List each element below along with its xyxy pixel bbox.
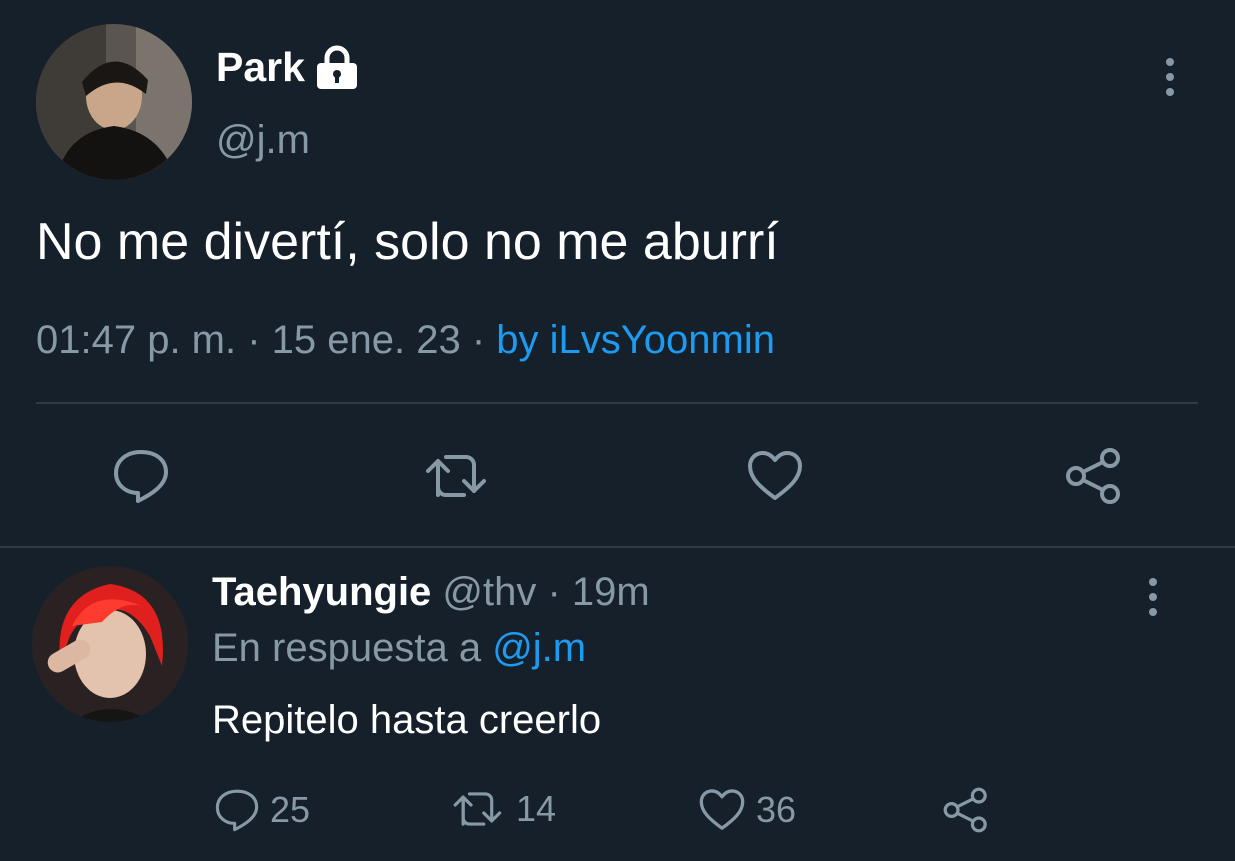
reply-icon: [114, 450, 168, 503]
avatar-park[interactable]: [36, 24, 192, 180]
share-button[interactable]: [1064, 446, 1124, 506]
handle[interactable]: @j.m: [216, 118, 310, 163]
like-count: 36: [756, 789, 797, 830]
display-name[interactable]: Park: [216, 44, 305, 91]
lock-icon: [316, 45, 357, 89]
more-icon[interactable]: [1166, 58, 1174, 96]
tweet-text: No me divertí, solo no me aburrí: [36, 213, 779, 271]
divider: [0, 546, 1235, 548]
tweet-timestamp: 01:47 p. m. · 15 ene. 23 ·: [36, 318, 486, 362]
reply-to-handle-link[interactable]: @j.m: [492, 626, 586, 670]
reply-display-name[interactable]: Taehyungie: [212, 570, 431, 614]
avatar-photo: [36, 24, 192, 180]
reply-text: Repitelo hasta creerlo: [212, 698, 602, 742]
divider: [36, 402, 1198, 404]
avatar-photo: [32, 566, 188, 722]
retweet-icon: [426, 455, 486, 497]
like-button[interactable]: [746, 450, 804, 502]
share-icon: [1066, 448, 1120, 504]
reply-count: 25: [270, 789, 311, 830]
retweet-count: 14: [516, 788, 557, 829]
share-button[interactable]: [942, 786, 990, 834]
reply-handle-time: @thv · 19m: [442, 570, 650, 614]
reply-button[interactable]: 25: [214, 788, 310, 832]
like-icon: [699, 789, 745, 830]
like-button[interactable]: 36: [698, 788, 796, 832]
reply-to-label: En respuesta a: [212, 626, 482, 670]
avatar-taehyungie[interactable]: [32, 566, 188, 722]
more-icon[interactable]: [1149, 578, 1157, 616]
reply-icon: [215, 789, 259, 832]
tweet-source-link[interactable]: by iLvsYoonmin: [496, 318, 775, 362]
share-icon: [943, 787, 987, 833]
retweet-icon: [453, 792, 502, 826]
reply-button[interactable]: [112, 448, 170, 504]
like-icon: [748, 451, 802, 500]
retweet-button[interactable]: 14: [452, 788, 556, 830]
retweet-button[interactable]: [424, 451, 492, 501]
